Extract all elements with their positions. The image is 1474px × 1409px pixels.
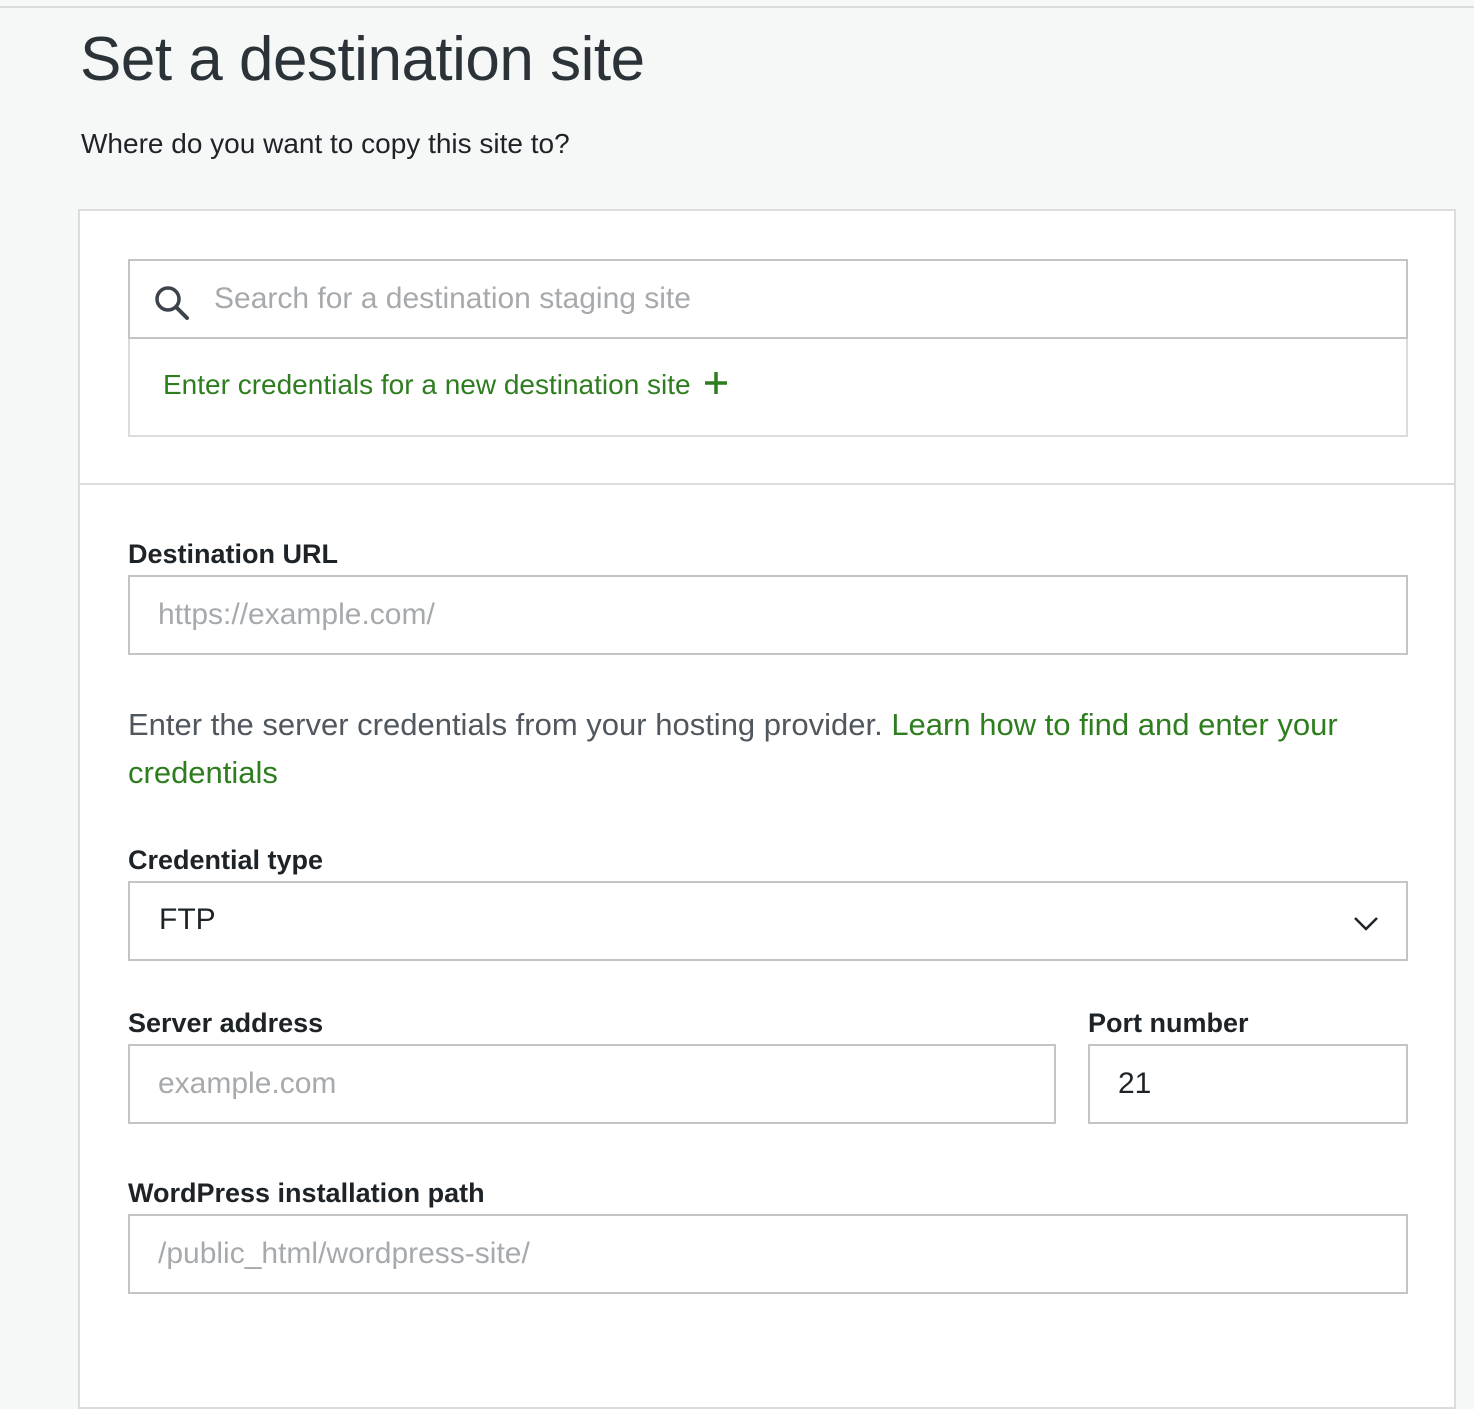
destination-url-input[interactable] — [128, 575, 1408, 655]
destination-card: Enter credentials for a new destination … — [78, 209, 1456, 1409]
card-divider — [80, 483, 1454, 485]
new-destination-link[interactable]: Enter credentials for a new destination … — [163, 369, 729, 401]
search-icon — [155, 286, 189, 320]
credentials-help-text: Enter the server credentials from your h… — [128, 701, 1388, 797]
new-destination-row: Enter credentials for a new destination … — [128, 339, 1408, 437]
destination-url-label: Destination URL — [128, 539, 339, 569]
credential-type-label: Credential type — [128, 845, 324, 875]
server-address-input[interactable] — [128, 1044, 1056, 1124]
port-number-label: Port number — [1088, 1008, 1249, 1038]
credential-type-value: FTP — [159, 903, 216, 936]
server-address-label: Server address — [128, 1008, 324, 1038]
chevron-down-icon — [1354, 917, 1378, 931]
search-input[interactable] — [214, 261, 1394, 337]
credential-type-select[interactable]: FTP — [128, 881, 1408, 961]
page-title: Set a destination site — [80, 25, 645, 94]
install-path-input[interactable] — [128, 1214, 1408, 1294]
search-box — [128, 259, 1408, 339]
port-number-input[interactable] — [1088, 1044, 1408, 1124]
plus-icon — [704, 372, 727, 394]
new-destination-label: Enter credentials for a new destination … — [163, 369, 691, 400]
top-divider — [0, 6, 1474, 8]
install-path-label: WordPress installation path — [128, 1178, 485, 1208]
help-text-body: Enter the server credentials from your h… — [128, 707, 892, 742]
page-subtitle: Where do you want to copy this site to? — [81, 128, 570, 159]
